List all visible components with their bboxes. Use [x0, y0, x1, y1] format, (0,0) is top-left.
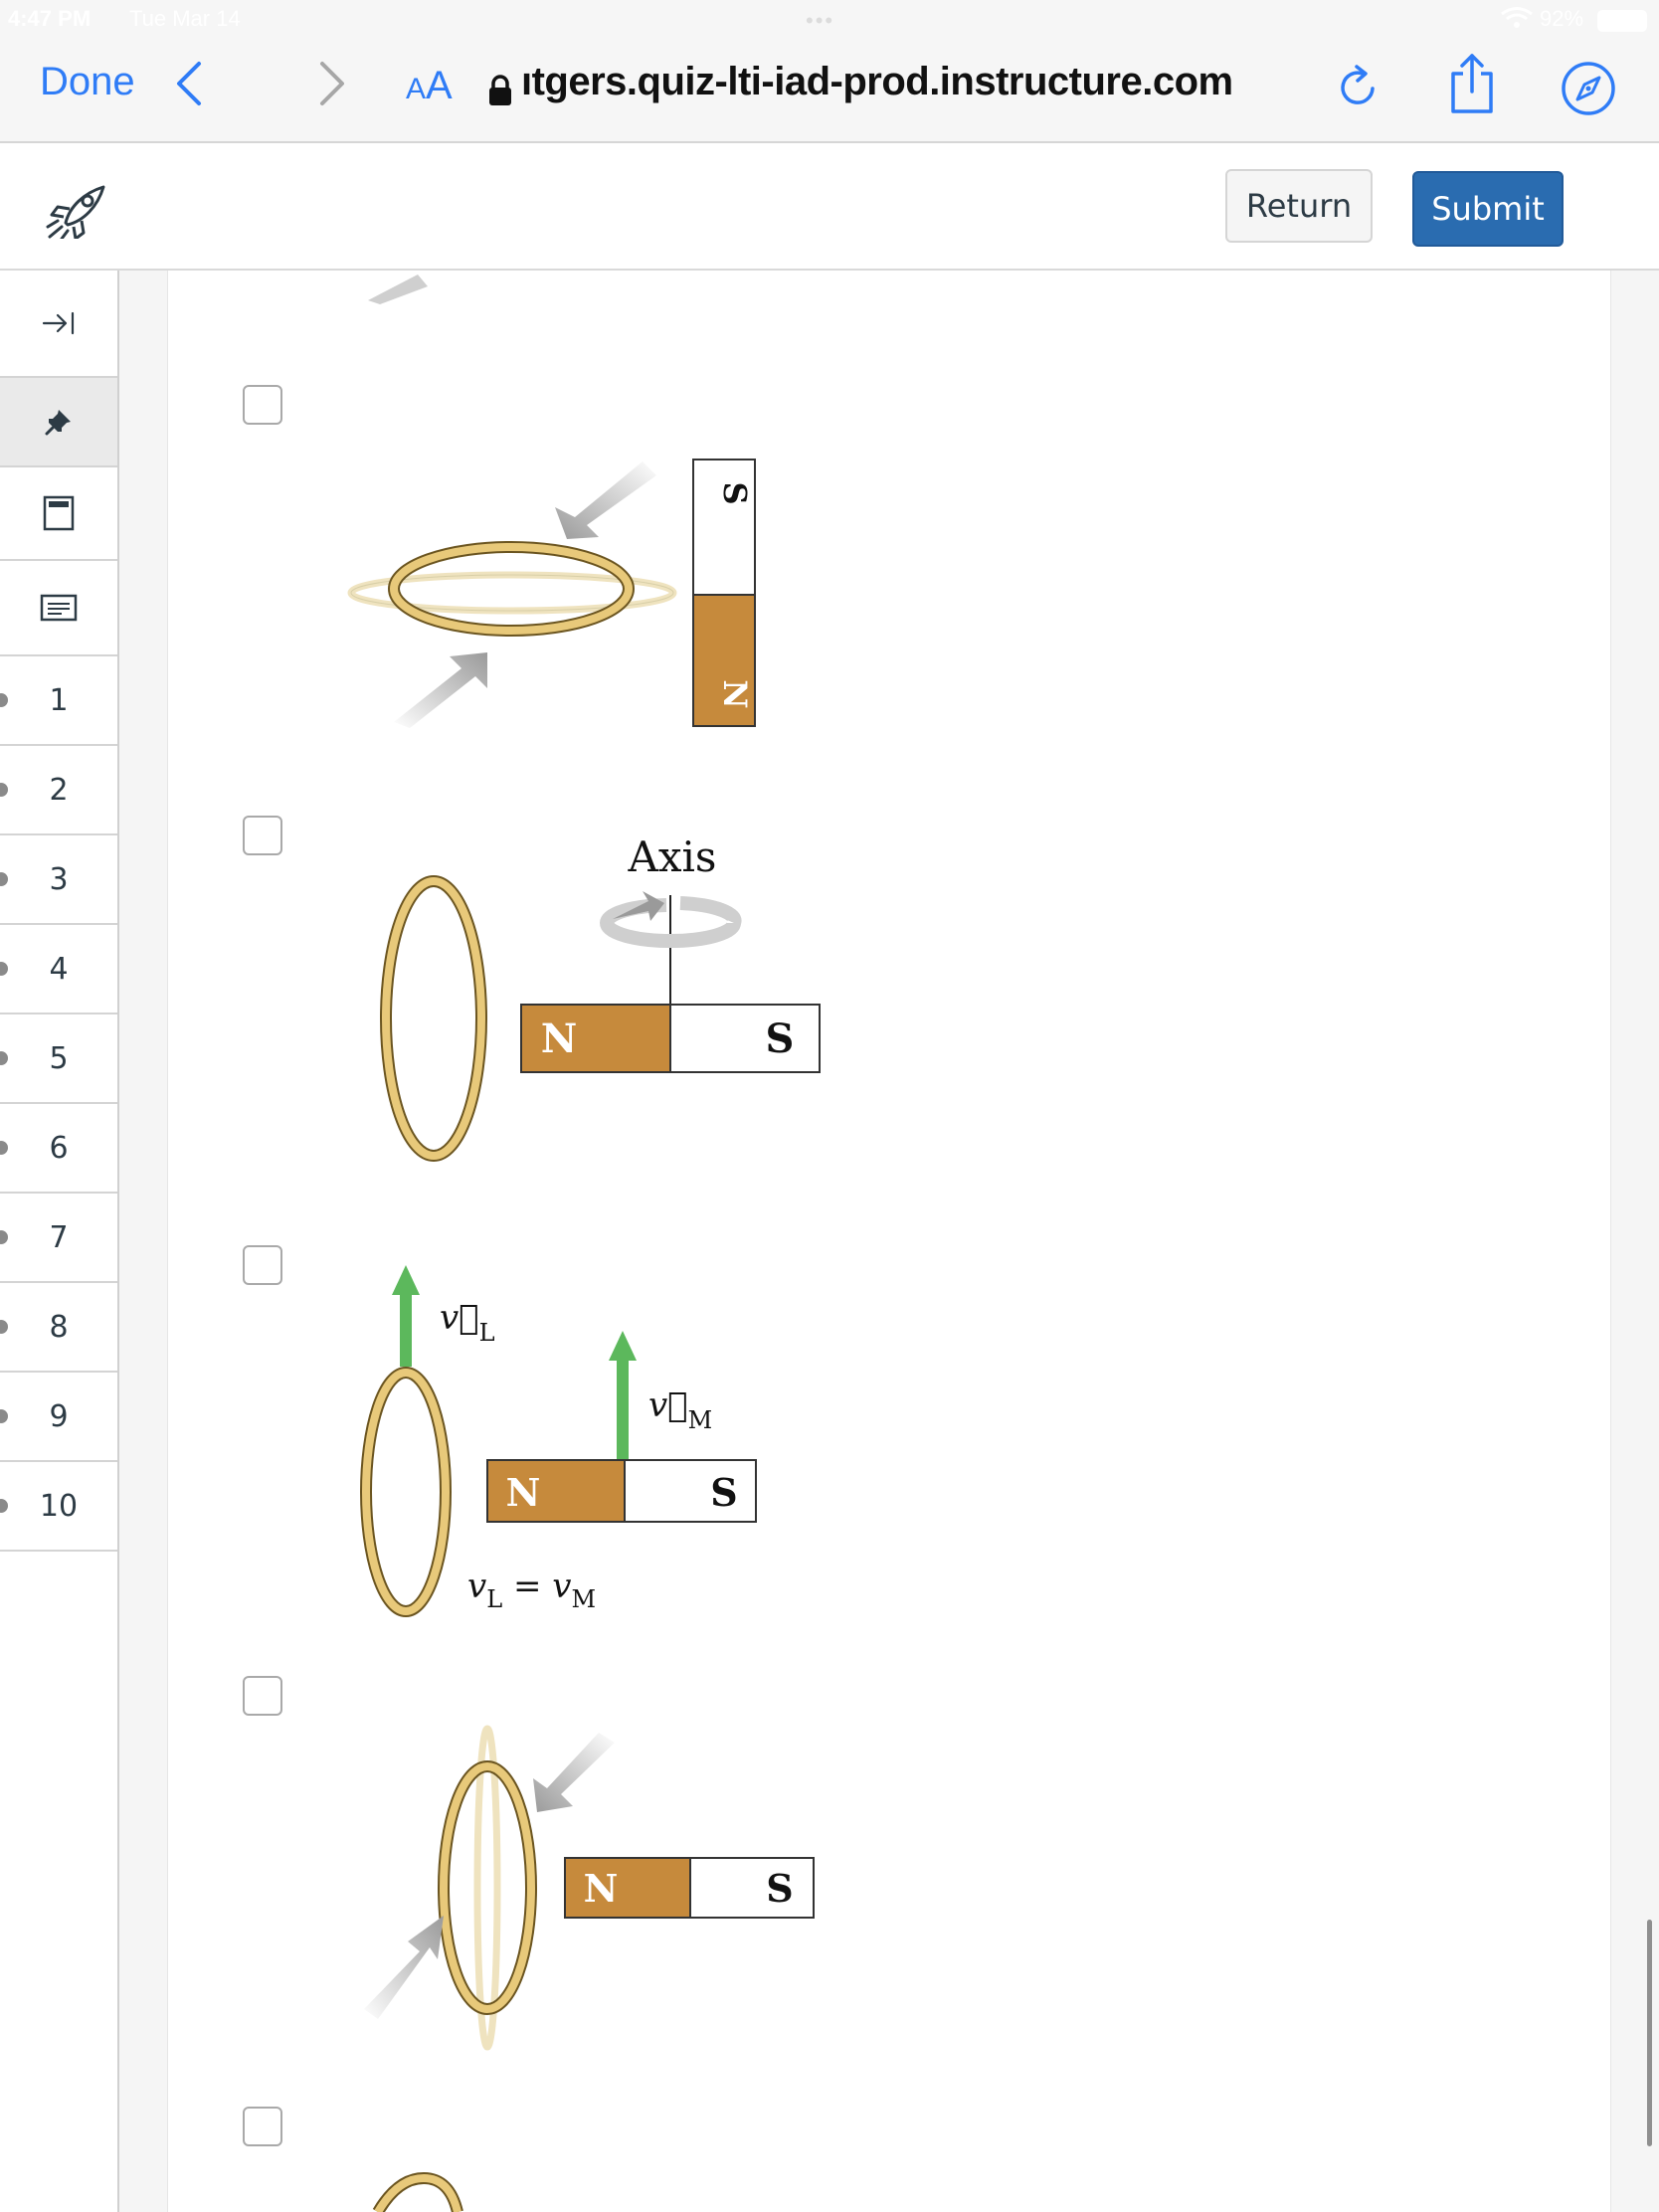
text-size-button[interactable]: AA	[406, 64, 453, 108]
question-number: 2	[49, 772, 69, 808]
question-number: 7	[49, 1219, 69, 1255]
return-button[interactable]: Return	[1225, 169, 1373, 243]
magnet-bottom-label: N	[716, 679, 754, 708]
question-nav-item[interactable]: 7	[0, 1194, 117, 1283]
question-number: 10	[39, 1488, 79, 1524]
question-nav-item[interactable]: 8	[0, 1283, 117, 1373]
forward-chevron-icon[interactable]	[314, 58, 350, 109]
share-icon[interactable]	[1446, 52, 1498, 115]
question-number: 9	[49, 1398, 69, 1434]
question-number: 1	[49, 682, 69, 718]
question-status-dot	[0, 1320, 8, 1334]
magnet-north-label: N	[584, 1866, 619, 1911]
option-c-checkbox[interactable]	[243, 1245, 282, 1285]
question-number: 4	[49, 951, 69, 987]
magnet-top-label: S	[716, 481, 754, 504]
question-nav-item[interactable]: 4	[0, 925, 117, 1014]
battery-icon	[1597, 10, 1647, 32]
question-status-dot	[0, 1051, 8, 1065]
app-header: Return Submit	[0, 145, 1659, 271]
question-number: 8	[49, 1309, 69, 1345]
pin-button[interactable]	[0, 378, 117, 467]
compass-icon[interactable]	[1560, 60, 1617, 117]
done-button[interactable]: Done	[40, 60, 135, 104]
magnet-south-label: S	[766, 1866, 793, 1911]
question-nav-item[interactable]: 3	[0, 835, 117, 925]
velocity-equation: vL = vM	[467, 1567, 596, 1613]
question-status-dot	[0, 693, 8, 707]
option-d-checkbox[interactable]	[243, 1676, 282, 1716]
multitask-dots-icon[interactable]: •••	[806, 8, 834, 34]
calculator-icon	[43, 495, 75, 531]
question-status-dot	[0, 1409, 8, 1423]
question-nav-item[interactable]: 6	[0, 1104, 117, 1194]
downward-arrow-icon	[555, 461, 656, 539]
question-status-dot	[0, 1230, 8, 1244]
status-time: 4:47 PM	[8, 6, 92, 31]
axis-label: Axis	[627, 832, 716, 881]
question-number: 3	[49, 861, 69, 897]
submit-button[interactable]: Submit	[1412, 171, 1564, 247]
status-date: Tue Mar 14	[129, 6, 241, 31]
option-a-figure: S N	[347, 459, 756, 728]
text-size-small-glyph: A	[406, 73, 427, 105]
rocket-icon	[46, 185, 105, 239]
option-e-figure-partial	[372, 2171, 463, 2212]
notes-button[interactable]	[0, 561, 117, 656]
browser-toolbar: Done AA ıtgers.quiz-lti-iad-prod.instruc…	[0, 40, 1659, 143]
question-status-dot	[0, 962, 8, 976]
magnet-north-label: N	[506, 1470, 541, 1515]
pin-icon	[45, 410, 71, 436]
question-nav-item[interactable]: 10	[0, 1462, 117, 1552]
question-number: 5	[49, 1040, 69, 1076]
notes-icon	[40, 594, 78, 622]
upward-arrow-icon	[394, 652, 487, 728]
question-number: 6	[49, 1130, 69, 1166]
question-status-dot	[0, 1499, 8, 1513]
calculator-button[interactable]	[0, 467, 117, 561]
scroll-indicator[interactable]	[1647, 1920, 1652, 2146]
option-b-figure: Axis N S	[380, 832, 821, 1162]
question-nav-item[interactable]: 1	[0, 656, 117, 746]
velocity-magnet-label: v⃗M	[648, 1385, 712, 1434]
status-bar: 4:47 PM Tue Mar 14 ••• 92%	[0, 0, 1659, 40]
option-c-figure: v⃗L v⃗M N S vL = vM	[360, 1265, 757, 1617]
question-nav-item[interactable]: 9	[0, 1373, 117, 1462]
reload-icon[interactable]	[1333, 62, 1384, 113]
downward-arrow-icon	[533, 1733, 615, 1812]
wifi-icon	[1501, 7, 1533, 28]
previous-figure-arrow-remnant	[368, 275, 428, 304]
magnet-north-label: N	[541, 1015, 578, 1062]
question-nav-item[interactable]: 5	[0, 1014, 117, 1104]
address-bar-url[interactable]: ıtgers.quiz-lti-iad-prod.instructure.com	[521, 60, 1233, 104]
velocity-loop-label: v⃗L	[440, 1298, 495, 1347]
back-chevron-icon[interactable]	[171, 58, 207, 109]
option-d-figure: N S	[364, 1725, 815, 2051]
magnet-south-label: S	[766, 1015, 795, 1062]
collapse-sidebar-button[interactable]	[0, 271, 117, 378]
text-size-large-glyph: A	[426, 64, 453, 107]
collapse-sidebar-icon	[42, 311, 75, 335]
battery-percent: 92%	[1540, 6, 1584, 31]
question-status-dot	[0, 1141, 8, 1155]
option-a-checkbox[interactable]	[243, 385, 282, 425]
option-b-checkbox[interactable]	[243, 816, 282, 855]
magnet-south-label: S	[710, 1470, 737, 1515]
option-e-checkbox[interactable]	[243, 2107, 282, 2146]
upward-arrow-icon	[364, 1916, 444, 2019]
question-status-dot	[0, 783, 8, 797]
question-sidebar: 1 2 3 4 5 6 7 8 9 10	[0, 271, 119, 2212]
lock-icon	[489, 75, 511, 105]
question-status-dot	[0, 872, 8, 886]
question-nav-item[interactable]: 2	[0, 746, 117, 835]
screen: 4:47 PM Tue Mar 14 ••• 92% Done AA ıtger…	[0, 0, 1659, 2212]
